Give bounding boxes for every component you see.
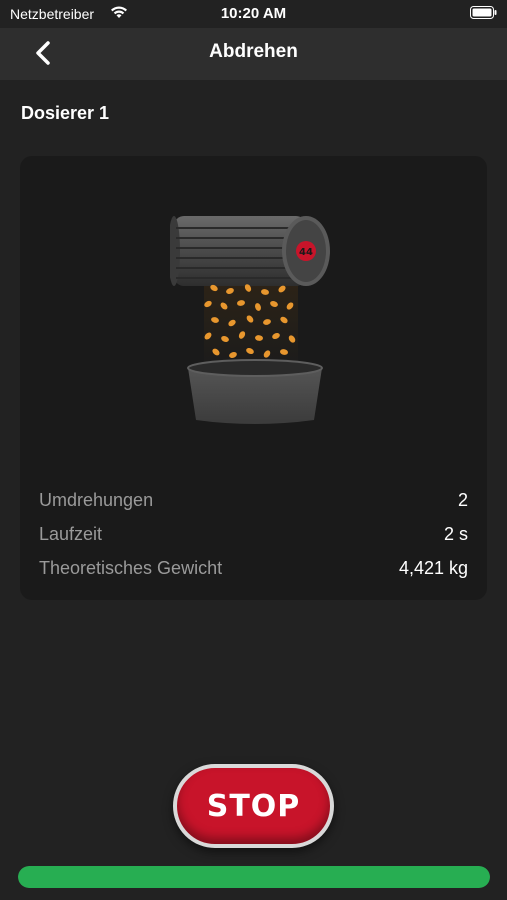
status-bar: Netzbetreiber 10:20 AM [0, 0, 507, 28]
stat-row-weight: Theoretisches Gewicht 4,421 kg [39, 554, 468, 584]
progress-fill [18, 866, 490, 888]
stat-value: 4,421 kg [398, 558, 468, 578]
stop-button[interactable]: STOP [173, 764, 334, 848]
stat-value: 2 [457, 490, 468, 510]
page-title: Abdrehen [209, 41, 298, 62]
navigation-bar: Abdrehen [0, 28, 507, 80]
dispenser-illustration: 44 [170, 216, 330, 424]
chevron-left-icon [36, 41, 50, 65]
battery-icon [470, 6, 497, 19]
stat-label: Theoretisches Gewicht [39, 558, 223, 578]
status-time: 10:20 AM [220, 5, 287, 22]
progress-bar [18, 866, 490, 888]
stat-label: Laufzeit [39, 524, 103, 544]
stat-row-revolutions: Umdrehungen 2 [39, 486, 468, 516]
svg-text:44: 44 [299, 247, 313, 258]
back-button[interactable] [28, 38, 62, 72]
dispenser-card: 44 Umdrehungen 2 Laufzeit 2 s Theoretisc… [20, 156, 487, 600]
stat-value: 2 s [443, 524, 468, 544]
stat-row-runtime: Laufzeit 2 s [39, 520, 468, 550]
section-title: Dosierer 1 [21, 103, 110, 123]
stat-label: Umdrehungen [39, 490, 154, 510]
